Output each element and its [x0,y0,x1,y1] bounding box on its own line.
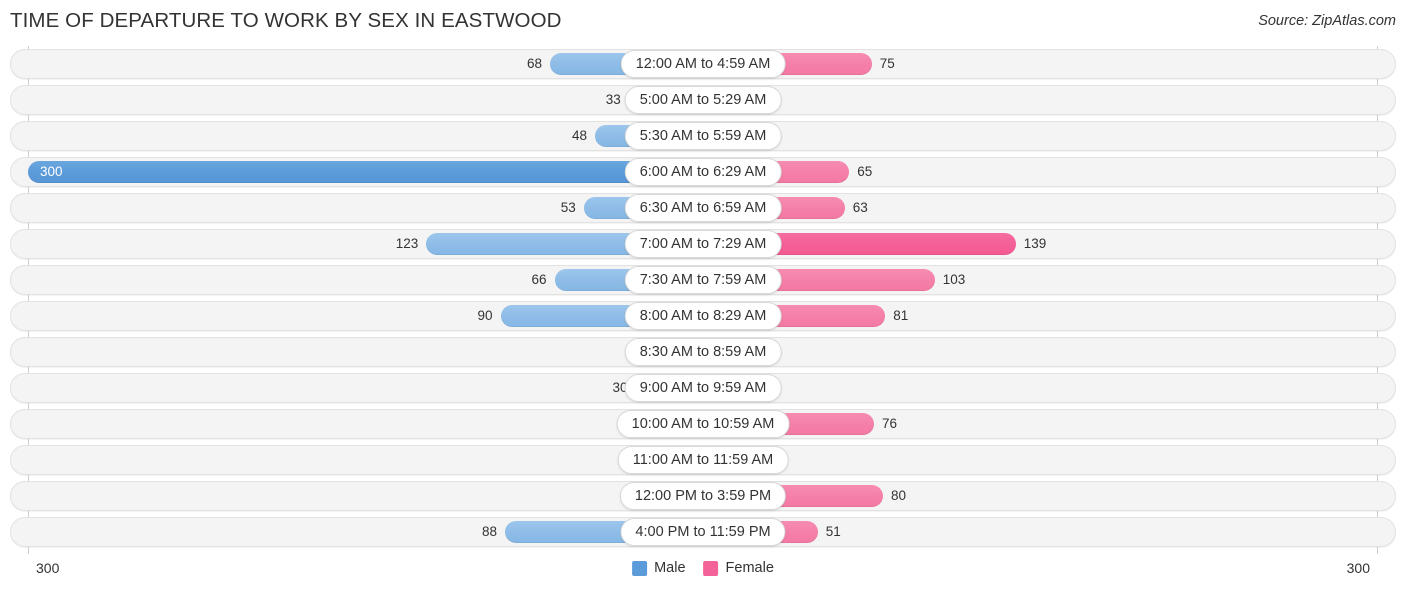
value-label-male: 123 [395,236,419,251]
legend: Male Female [632,560,774,576]
value-label-male: 53 [560,200,576,215]
category-label: 7:00 AM to 7:29 AM [624,230,782,258]
chart-row[interactable]: 88 51 4:00 PM to 11:59 PM [0,514,1406,550]
value-label-male-inside: 300 [40,164,63,179]
source-attribution: Source: ZipAtlas.com [1258,13,1396,29]
category-label: 12:00 AM to 4:59 AM [620,50,786,78]
chart-row[interactable]: 4805:30 AM to 5:59 AM [0,118,1406,154]
category-label: 9:00 AM to 9:59 AM [624,374,782,402]
chart-row[interactable]: 123 139 7:00 AM to 7:29 AM [0,226,1406,262]
value-label-female: 81 [893,308,909,323]
chart-header: TIME OF DEPARTURE TO WORK BY SEX IN EAST… [0,0,1406,44]
value-label-female: 139 [1023,236,1047,251]
chart-row[interactable]: 08012:00 PM to 3:59 PM [0,478,1406,514]
bar-male[interactable] [28,161,703,183]
value-label-male: 88 [481,524,497,539]
category-label: 5:30 AM to 5:59 AM [624,122,782,150]
value-label-male: 90 [477,308,493,323]
chart-row[interactable]: 3305:00 AM to 5:29 AM [0,82,1406,118]
chart-row[interactable]: 3009:00 AM to 9:59 AM [0,370,1406,406]
legend-swatch-female-icon [703,560,719,576]
chart-row[interactable]: 07610:00 AM to 10:59 AM [0,406,1406,442]
category-label: 10:00 AM to 10:59 AM [616,410,790,438]
plot-area: 68 75 12:00 AM to 4:59 AM 3305:00 AM to 5:2… [0,46,1406,554]
chart-root: TIME OF DEPARTURE TO WORK BY SEX IN EAST… [0,0,1406,595]
bar-rows: 68 75 12:00 AM to 4:59 AM 3305:00 AM to 5:2… [0,46,1406,550]
axis-max-right: 300 [1346,560,1370,576]
category-label: 8:30 AM to 8:59 AM [624,338,782,366]
chart-row[interactable]: 53 63 6:30 AM to 6:59 AM [0,190,1406,226]
category-label: 7:30 AM to 7:59 AM [624,266,782,294]
value-label-female: 63 [852,200,868,215]
value-label-male: 48 [571,128,587,143]
value-label-female: 103 [942,272,966,287]
axis-max-left: 300 [36,560,60,576]
page-title: TIME OF DEPARTURE TO WORK BY SEX IN EAST… [10,9,562,32]
chart-row[interactable]: 68 75 12:00 AM to 4:59 AM [0,46,1406,82]
category-label: 12:00 PM to 3:59 PM [619,482,787,510]
category-label: 5:00 AM to 5:29 AM [624,86,782,114]
legend-swatch-male-icon [632,560,648,576]
legend-item-male[interactable]: Male [632,560,686,576]
chart-row[interactable]: 90 81 8:00 AM to 8:29 AM [0,298,1406,334]
legend-item-female[interactable]: Female [703,560,774,576]
value-label-male: 33 [605,92,621,107]
value-label-female: 80 [891,488,907,503]
legend-label-male: Male [654,560,686,576]
category-label: 11:00 AM to 11:59 AM [617,446,789,474]
value-label-male: 66 [531,272,547,287]
chart-row[interactable]: 300 65 6:00 AM to 6:29 AM [0,154,1406,190]
chart-row[interactable]: 008:30 AM to 8:59 AM [0,334,1406,370]
value-label-female: 51 [825,524,841,539]
category-label: 6:30 AM to 6:59 AM [624,194,782,222]
chart-row[interactable]: 66 103 7:30 AM to 7:59 AM [0,262,1406,298]
category-label: 6:00 AM to 6:29 AM [624,158,782,186]
category-label: 8:00 AM to 8:29 AM [624,302,782,330]
value-label-female: 75 [879,56,895,71]
value-label-female: 76 [882,416,898,431]
legend-label-female: Female [725,560,774,576]
value-label-female: 65 [857,164,873,179]
value-label-male: 68 [526,56,542,71]
category-label: 4:00 PM to 11:59 PM [620,518,786,546]
chart-row[interactable]: 0011:00 AM to 11:59 AM [0,442,1406,478]
chart-footer: 300 Male Female 300 [0,556,1406,595]
